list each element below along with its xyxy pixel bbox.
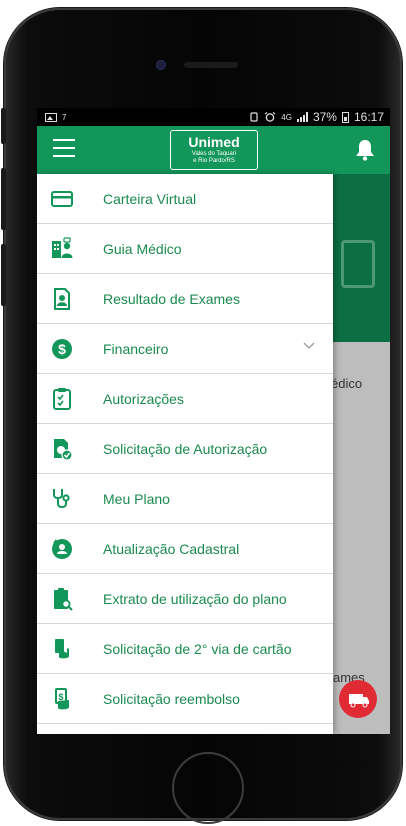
notification-bell-icon[interactable] [354,138,376,162]
menu-item-carteira-virtual[interactable]: Carteira Virtual [37,174,333,224]
background-text-1: édico [331,376,363,391]
profile-update-icon [52,539,72,559]
volume-up-button [1,168,6,230]
card-copy-icon [55,639,69,659]
status-time: 16:17 [353,110,384,124]
menu-item-guia-medico[interactable]: Guia Médico [37,224,333,274]
menu-item-autorizacoes[interactable]: Autorizações [37,374,333,424]
doctors-icon [52,237,73,258]
menu-item-financeiro[interactable]: $ Financeiro [37,324,333,374]
menu-item-label: Meu Plano [103,490,170,507]
dollar-icon: $ [52,339,72,359]
card-icon [51,191,73,207]
request-authorization-icon [54,439,73,461]
alarm-icon [264,112,276,122]
unimed-logo: Unimed Vales do Taquari e Rio Pardo/RS [170,130,258,170]
menu-item-label: Resultado de Exames [103,290,240,307]
mute-switch [1,108,6,144]
background-clipboard-icon [341,240,375,288]
emergency-fab[interactable] [339,680,377,718]
exam-results-icon [54,288,70,310]
ambulance-icon [349,694,369,708]
logo-name: Unimed [188,134,240,150]
svg-text:$: $ [58,692,63,702]
menu-item-solicitacao-reembolso[interactable]: $ Solicitação reembolso [37,674,333,724]
menu-item-label: Solicitação de Autorização [103,440,268,457]
menu-item-label: Guia Médico [103,240,182,257]
menu-item-meu-plano[interactable]: Meu Plano [37,474,333,524]
front-camera [156,60,166,70]
clipboard-check-icon [53,388,71,410]
status-bar: 7 4G 37% 16:17 [37,108,390,126]
signal-icon [296,112,308,122]
gallery-notification-icon [45,112,57,122]
navigation-drawer: Carteira Virtual Guia Médico Resultado d… [37,174,333,734]
logo-region-line-2: e Rio Pardo/RS [193,158,235,164]
app-header: Unimed Vales do Taquari e Rio Pardo/RS [37,126,390,174]
battery-icon [341,111,349,123]
status-left-text: 7 [62,112,67,122]
menu-item-extrato-utilizacao[interactable]: Extrato de utilização do plano [37,574,333,624]
usage-statement-icon [54,588,73,611]
stethoscope-icon [53,489,70,508]
network-type: 4G [281,112,292,122]
menu-item-label: Solicitação reembolso [103,690,240,707]
battery-percent: 37% [312,110,337,124]
vibrate-icon [250,112,258,122]
home-button[interactable] [172,752,244,824]
menu-icon[interactable] [53,139,75,159]
menu-item-solicitacao-autorizacao[interactable]: Solicitação de Autorização [37,424,333,474]
menu-item-segunda-via-cartao[interactable]: Solicitação de 2° via de cartão [37,624,333,674]
menu-item-label: Autorizações [103,390,184,407]
earpiece-speaker [184,62,238,68]
menu-item-label: Atualização Cadastral [103,540,240,557]
svg-text:$: $ [58,341,66,357]
menu-item-label: Financeiro [103,340,169,357]
menu-item-atualizacao-cadastral[interactable]: Atualização Cadastral [37,524,333,574]
app-screen: 7 4G 37% 16:17 Unimed Vales do Taquari e… [37,108,390,734]
menu-item-resultado-exames[interactable]: Resultado de Exames [37,274,333,324]
chevron-down-icon[interactable] [303,342,315,350]
menu-item-label: Extrato de utilização do plano [103,590,287,607]
volume-down-button [1,244,6,306]
logo-region-line-1: Vales do Taquari [191,151,237,157]
menu-item-label: Carteira Virtual [103,190,197,207]
refund-icon: $ [55,688,69,710]
menu-item-label: Solicitação de 2° via de cartão [103,640,292,657]
